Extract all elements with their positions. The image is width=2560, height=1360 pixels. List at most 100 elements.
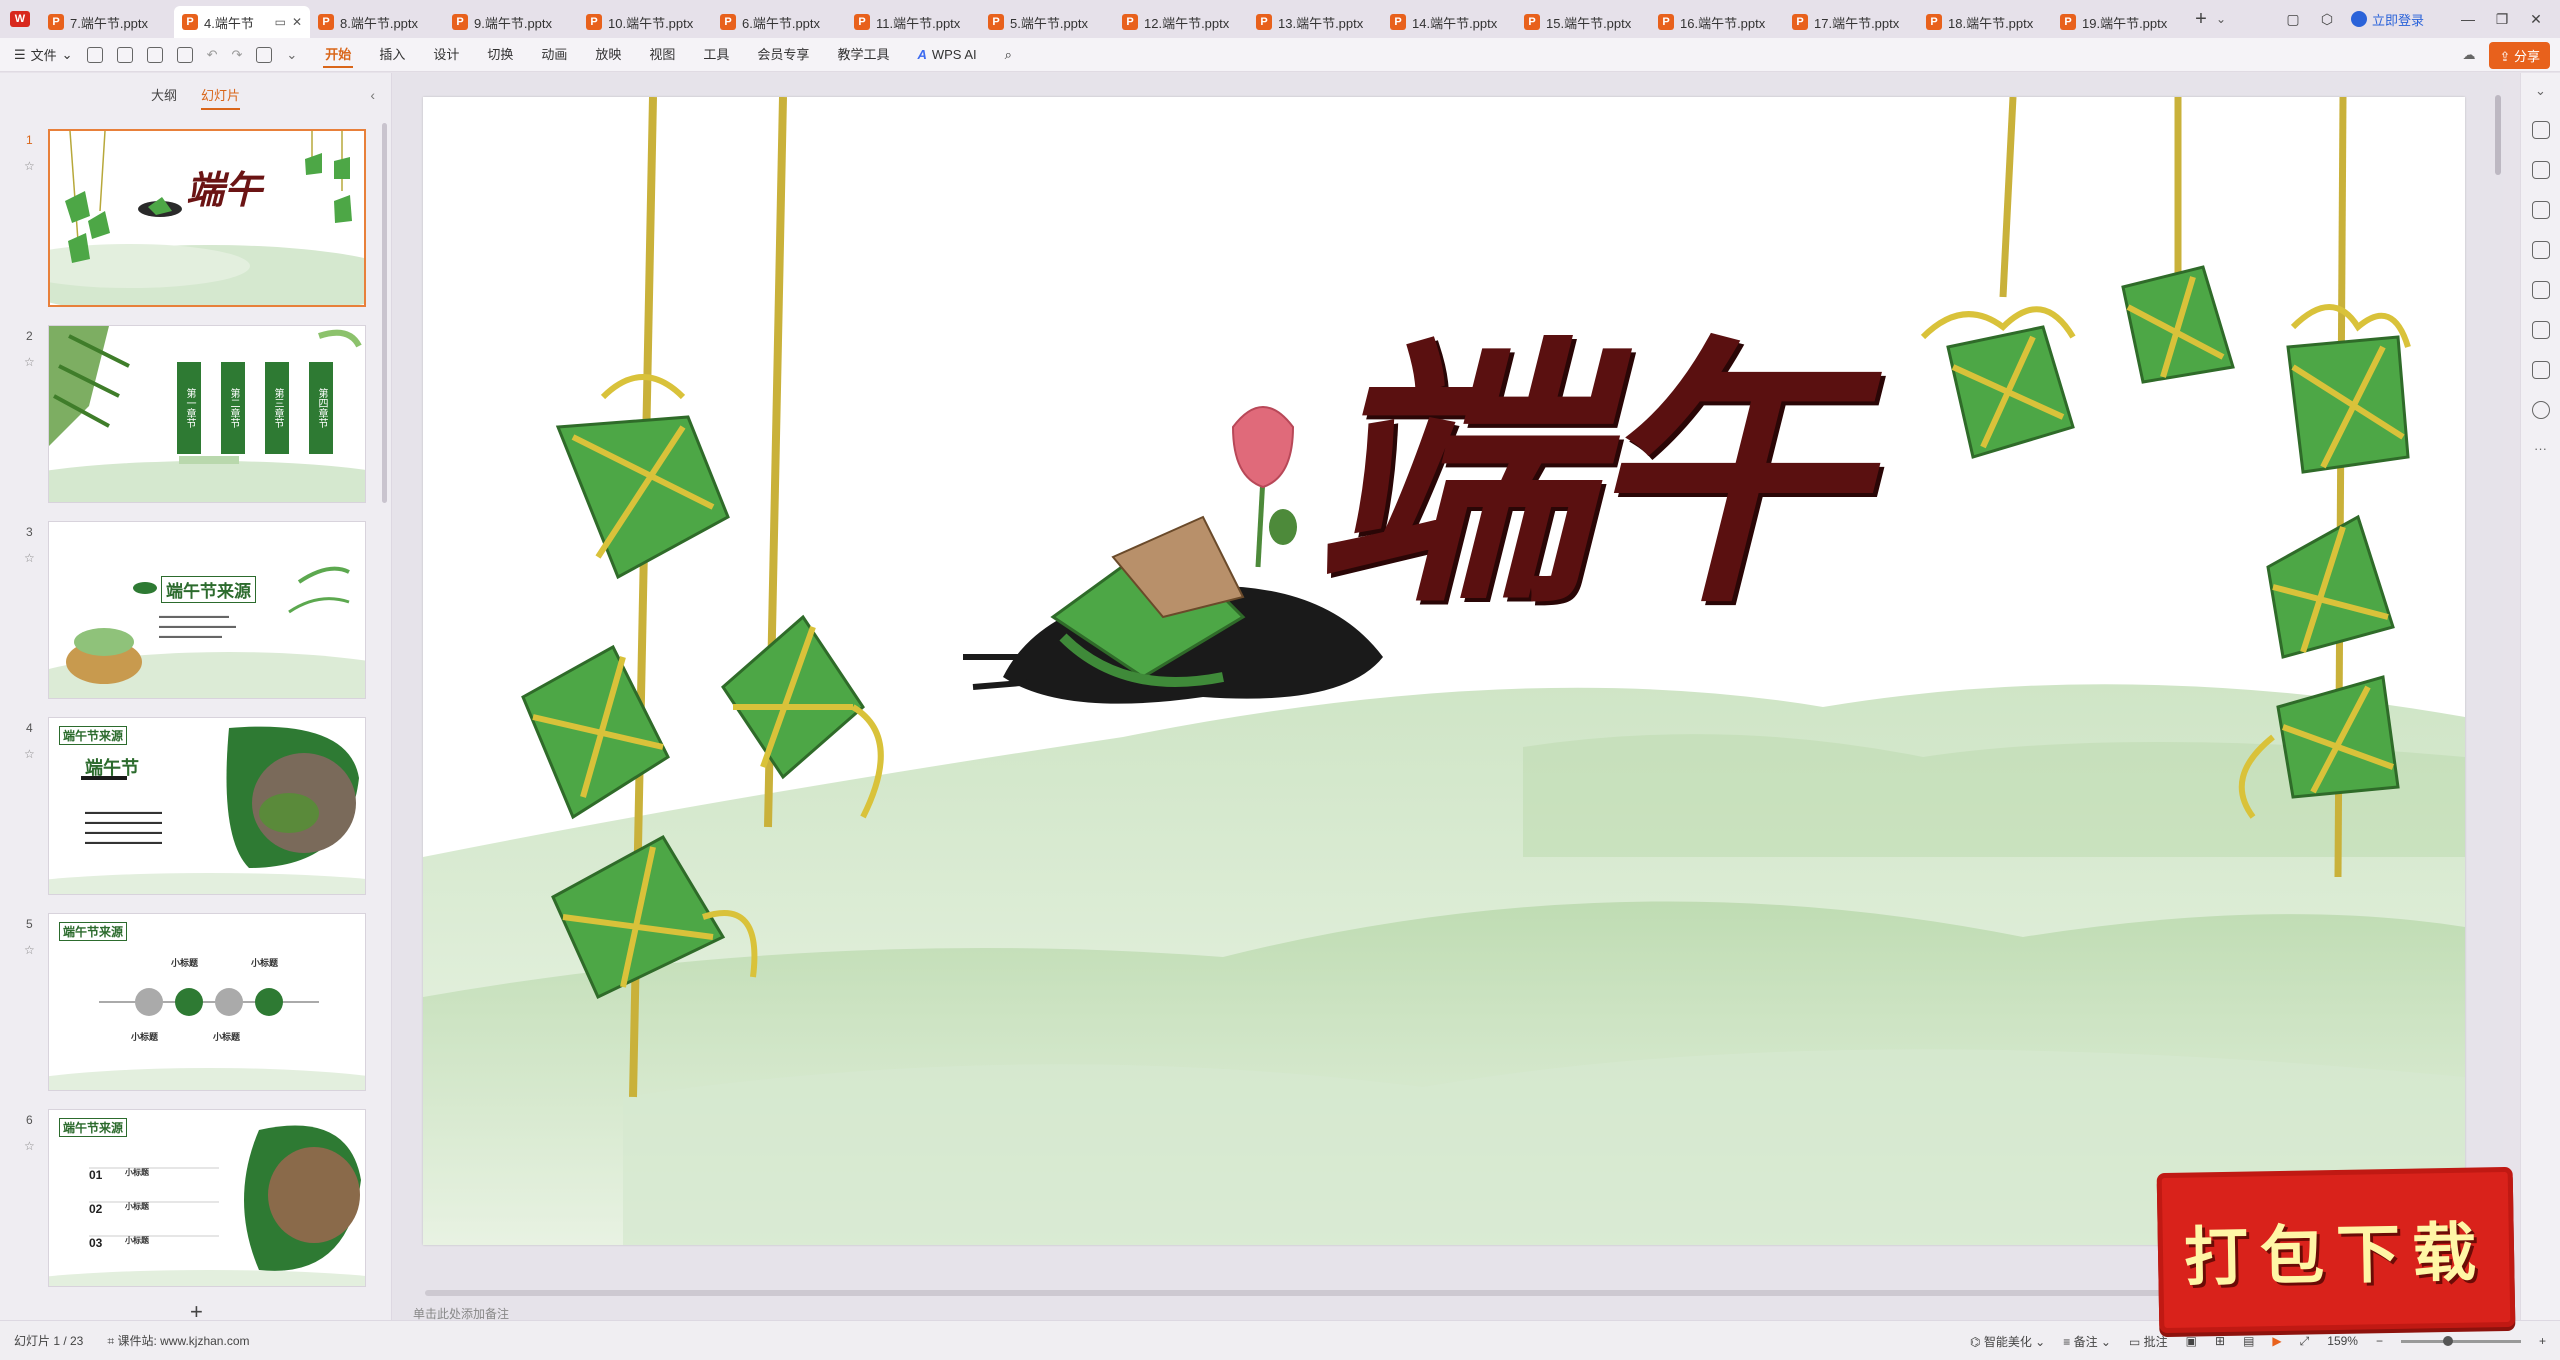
- undo-icon[interactable]: ↶: [207, 47, 218, 63]
- slide-number: 6: [26, 1113, 33, 1127]
- tab-13[interactable]: P 13.端午节.pptx: [1248, 6, 1382, 38]
- menu-tab-member[interactable]: 会员专享: [743, 38, 823, 72]
- restore-icon[interactable]: ❐: [2492, 9, 2512, 29]
- tab-9[interactable]: P 9.端午节.pptx: [444, 6, 578, 38]
- tab-8[interactable]: P 8.端午节.pptx: [310, 6, 444, 38]
- minimize-icon[interactable]: —: [2458, 9, 2478, 29]
- search-icon[interactable]: ⌕: [991, 38, 1026, 72]
- tab-10[interactable]: P 10.端午节.pptx: [578, 6, 712, 38]
- more-chevron-icon[interactable]: ⌄: [286, 47, 297, 63]
- wps-ai-button[interactable]: A WPS AI: [903, 38, 990, 72]
- zoom-out-icon[interactable]: −: [2376, 1334, 2383, 1348]
- scroll-thumb[interactable]: [425, 1290, 2215, 1296]
- tab-15[interactable]: P 15.端午节.pptx: [1516, 6, 1650, 38]
- sorter-view-icon[interactable]: ⊞: [2215, 1334, 2225, 1348]
- help-icon[interactable]: [2531, 401, 2550, 419]
- slide-title[interactable]: 端午: [1313, 337, 1863, 617]
- menu-tab-tools[interactable]: 工具: [689, 38, 743, 72]
- panel-scrollbar[interactable]: [382, 123, 387, 503]
- redo-icon[interactable]: ↷: [231, 47, 242, 63]
- download-badge[interactable]: 打包下载: [2156, 1166, 2516, 1334]
- menu-tab-home[interactable]: 开始: [311, 38, 365, 72]
- shirt-icon[interactable]: [2531, 361, 2550, 379]
- slide-thumbnail-4[interactable]: 4 ☆ 端午节来源 端午节 ▬▬▬▬▬▬▬▬▬▬▬ ▬▬▬▬▬▬▬▬▬▬▬ ▬▬▬▬…: [0, 717, 380, 902]
- menu-tab-view[interactable]: 视图: [635, 38, 689, 72]
- star-icon[interactable]: ☆: [24, 1139, 35, 1153]
- menu-tab-transition[interactable]: 切换: [473, 38, 527, 72]
- pptx-file-icon: P: [2060, 14, 2076, 30]
- tab-list-chevron-icon[interactable]: ⌄: [2216, 12, 2226, 26]
- menu-tab-animation[interactable]: 动画: [527, 38, 581, 72]
- zoom-slider[interactable]: [2400, 1335, 2521, 1346]
- login-button[interactable]: 立即登录: [2350, 10, 2424, 29]
- copy-icon[interactable]: [2531, 201, 2550, 219]
- slide-thumbnail-5[interactable]: 5 ☆ 端午节来源 小标题 小标题 小标题 小标题: [0, 913, 380, 1098]
- tab-16[interactable]: P 16.端午节.pptx: [1650, 6, 1784, 38]
- tab-5[interactable]: P 5.端午节.pptx: [980, 6, 1114, 38]
- tab-outline[interactable]: 大纲: [151, 85, 177, 108]
- chevron-down-icon[interactable]: ⌄: [2535, 83, 2546, 99]
- window-icon[interactable]: ▭: [275, 15, 286, 29]
- slide-thumbnail-1[interactable]: 1 ☆ 端午: [0, 129, 380, 314]
- star-icon[interactable]: ☆: [24, 943, 35, 957]
- star-icon[interactable]: [2531, 161, 2550, 179]
- tab-7[interactable]: P 7.端午节.pptx: [40, 6, 174, 38]
- menu-tab-insert[interactable]: 插入: [365, 38, 419, 72]
- open-icon[interactable]: [116, 46, 133, 63]
- tools-icon[interactable]: [2531, 281, 2550, 299]
- star-icon[interactable]: ☆: [24, 159, 35, 173]
- menu-tab-teaching[interactable]: 教学工具: [823, 38, 903, 72]
- tab-slides[interactable]: 幻灯片: [201, 85, 241, 110]
- tab-6[interactable]: P 6.端午节.pptx: [712, 6, 846, 38]
- close-tab-icon[interactable]: ✕: [292, 15, 302, 29]
- cube-icon[interactable]: ⬡: [2317, 9, 2337, 29]
- tab-14[interactable]: P 14.端午节.pptx: [1382, 6, 1516, 38]
- comments-button[interactable]: ▭ 批注: [2129, 1333, 2168, 1350]
- share-button[interactable]: ⇪ 分享: [2489, 41, 2550, 69]
- tab-4-active[interactable]: P 4.端午节 ▭ ✕: [174, 6, 310, 38]
- menu-tab-slideshow[interactable]: 放映: [581, 38, 635, 72]
- vertical-scrollbar[interactable]: [2495, 95, 2501, 175]
- slide-thumbnail-2[interactable]: 2 ☆ 第一章节 第二章节 第三章节 第四章节: [0, 325, 380, 510]
- play-icon[interactable]: ▶: [2272, 1334, 2281, 1348]
- reading-view-icon[interactable]: ▤: [2243, 1334, 2254, 1348]
- tab-11[interactable]: P 11.端午节.pptx: [846, 6, 980, 38]
- format-painter-icon[interactable]: [256, 46, 273, 63]
- beautify-button[interactable]: ⌬ 智能美化 ⌄: [1970, 1333, 2045, 1350]
- normal-view-icon[interactable]: ▣: [2186, 1334, 2197, 1348]
- slide-canvas[interactable]: 端午: [423, 97, 2465, 1245]
- zoom-level[interactable]: 159%: [2327, 1334, 2358, 1348]
- menu-tab-design[interactable]: 设计: [419, 38, 473, 72]
- collapse-panel-icon[interactable]: ‹: [370, 87, 375, 103]
- star-icon[interactable]: ☆: [24, 355, 35, 369]
- tab-18[interactable]: P 18.端午节.pptx: [1918, 6, 2052, 38]
- cloud-icon[interactable]: ☁: [2462, 47, 2475, 63]
- slide-thumbnail-6[interactable]: 6 ☆ 端午节来源 01 小标题 02 小标题 03 小标题: [0, 1109, 380, 1294]
- notes-button[interactable]: ≡ 备注 ⌄: [2063, 1333, 2111, 1350]
- image-icon[interactable]: [2531, 241, 2550, 259]
- star-icon[interactable]: ☆: [24, 747, 35, 761]
- quick-access-toolbar: ↶ ↷ ⌄: [86, 46, 312, 63]
- print-icon[interactable]: [146, 46, 163, 63]
- tab-12[interactable]: P 12.端午节.pptx: [1114, 6, 1248, 38]
- zoom-knob[interactable]: [2443, 1335, 2453, 1346]
- slides-panel: 大纲 幻灯片 ‹ 1 ☆ 端午 2 ☆ 第一章节 第二章节 第三章节 第四章节 …: [0, 73, 392, 1324]
- more-icon[interactable]: ···: [2534, 441, 2547, 456]
- settings-icon[interactable]: [2531, 121, 2550, 139]
- preview-icon[interactable]: [176, 46, 193, 63]
- slide-thumbnail-3[interactable]: 3 ☆ 端午节来源 ▬▬▬▬▬▬▬▬▬▬ ▬▬▬▬▬▬▬▬▬▬▬ ▬▬▬▬▬▬▬▬▬: [0, 521, 380, 706]
- fit-icon[interactable]: ⤢: [2300, 1334, 2310, 1349]
- close-window-icon[interactable]: ✕: [2526, 9, 2546, 29]
- slide-preview: 端午节来源 小标题 小标题 小标题 小标题: [48, 913, 366, 1091]
- tab-17[interactable]: P 17.端午节.pptx: [1784, 6, 1918, 38]
- star-icon[interactable]: ☆: [24, 551, 35, 565]
- new-tab-button[interactable]: +: [2186, 8, 2216, 31]
- wps-logo[interactable]: W: [0, 0, 40, 38]
- file-menu[interactable]: ☰ 文件 ⌄: [0, 45, 87, 64]
- save-icon[interactable]: [86, 46, 103, 63]
- layout-icon[interactable]: ▢: [2283, 9, 2303, 29]
- tab-19[interactable]: P 19.端午节.pptx: [2052, 6, 2186, 38]
- zoom-in-icon[interactable]: +: [2539, 1334, 2546, 1348]
- book-icon[interactable]: [2531, 321, 2550, 339]
- right-sidebar: ⌄ ···: [2520, 73, 2560, 1320]
